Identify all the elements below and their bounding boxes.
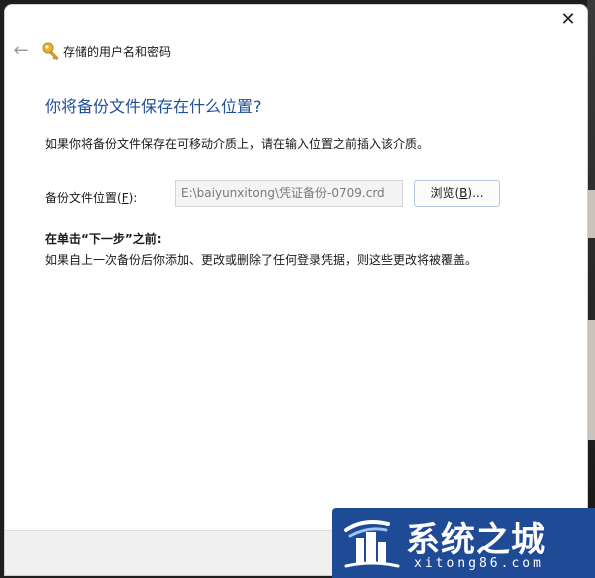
backup-location-input[interactable]: E:\baiyunxitong\凭证备份-0709.crd: [175, 180, 403, 207]
page-heading: 你将备份文件保存在什么位置?: [45, 97, 262, 116]
browse-prefix: 浏览(: [430, 186, 460, 200]
back-button[interactable]: ←: [11, 41, 31, 61]
browse-button[interactable]: 浏览(B)...: [414, 180, 500, 207]
desktop-background: [587, 0, 595, 578]
credential-backup-dialog: ✕ ← 存储的用户名和密码 你将备份文件保存在什么位置? 如果你将备份文件保存在…: [4, 4, 588, 576]
window-title: 存储的用户名和密码: [63, 45, 172, 59]
browse-suffix: )...: [467, 186, 484, 200]
city-logo-icon: [342, 516, 402, 572]
desktop-segment: [587, 190, 595, 238]
key-icon: [41, 41, 61, 61]
watermark-url: xitong86.com: [414, 556, 544, 571]
close-button[interactable]: ✕: [557, 9, 579, 31]
desktop-segment: [587, 320, 595, 440]
instruction-text: 如果你将备份文件保存在可移动介质上，请在输入位置之前插入该介质。: [45, 137, 430, 151]
label-access-key: F: [121, 191, 129, 205]
watermark-brand: 系统之城: [406, 520, 546, 560]
backup-location-label: 备份文件位置(F):: [45, 189, 137, 206]
watermark: 系统之城 xitong86.com: [332, 508, 595, 578]
warning-text: 如果自上一次备份后你添加、更改或删除了任何登录凭据，则这些更改将被覆盖。: [45, 253, 478, 267]
label-suffix: ):: [128, 191, 138, 205]
label-prefix: 备份文件位置(: [45, 191, 122, 205]
warning-title: 在单击“下一步”之前:: [45, 232, 162, 246]
